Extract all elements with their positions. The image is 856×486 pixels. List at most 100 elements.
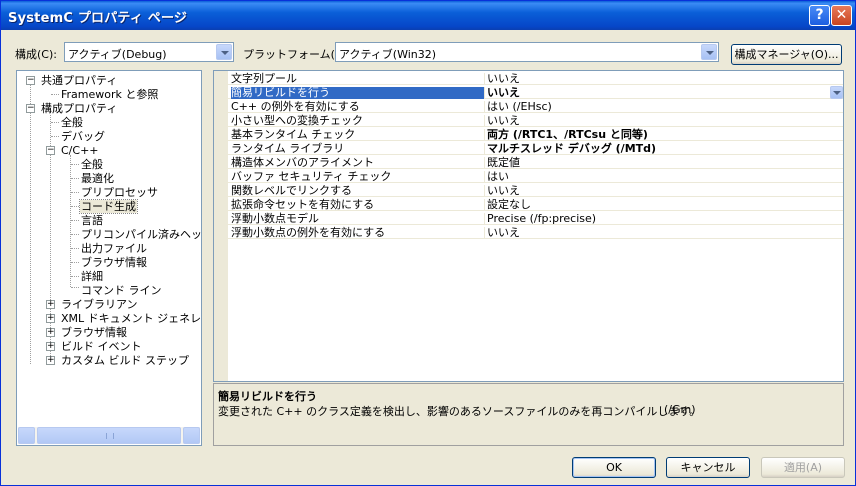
expand-icon[interactable]: + — [46, 342, 55, 351]
help-button[interactable]: ? — [809, 5, 830, 26]
property-value: マルチスレッド デバッグ (/MTd) — [487, 142, 657, 155]
tree-line — [71, 220, 79, 221]
property-name: 拡張命令セットを有効にする — [231, 199, 485, 211]
tree-line — [70, 155, 71, 287]
configuration-combo[interactable]: アクティブ(Debug) — [64, 42, 234, 62]
config-manager-button[interactable]: 構成マネージャ(O)... — [731, 44, 842, 65]
property-row[interactable]: 関数レベルでリンクする いいえ — [228, 184, 843, 197]
tree-line — [71, 164, 79, 165]
scroll-right-icon[interactable] — [183, 427, 200, 444]
property-name: 文字列プール — [231, 73, 485, 85]
property-value: いいえ — [487, 226, 520, 239]
ok-button[interactable]: OK — [572, 457, 656, 478]
cancel-button[interactable]: キャンセル — [666, 457, 750, 478]
tree-node-framework[interactable]: Framework と参照 — [61, 88, 158, 101]
property-row[interactable]: 浮動小数点モデル Precise (/fp:precise) — [228, 213, 843, 225]
property-row[interactable]: 基本ランタイム チェック 両方 (/RTC1、/RTCsu と同等) — [228, 128, 843, 141]
tree-node-custom-build[interactable]: カスタム ビルド ステップ — [61, 354, 189, 367]
tree-node-cpp-child[interactable]: 詳細 — [81, 270, 103, 283]
scroll-thumb[interactable] — [37, 427, 181, 444]
property-row-selected[interactable]: 簡易リビルドを行う いいえ — [228, 86, 843, 99]
tree-node-librarian[interactable]: ライブラリアン — [61, 298, 138, 311]
platform-value: アクティブ(Win32) — [339, 48, 437, 61]
tree-node-cpp-child[interactable]: コマンド ライン — [81, 284, 162, 297]
grip-icon — [106, 433, 114, 439]
property-grid[interactable]: 文字列プール いいえ 簡易リビルドを行う いいえ C++ の例外を有効にする は… — [213, 70, 844, 382]
property-name: 構造体メンバのアライメント — [231, 157, 485, 169]
property-row[interactable]: 浮動小数点の例外を有効にする いいえ — [228, 226, 843, 239]
tree-node-cpp-child[interactable]: 出力ファイル — [81, 242, 147, 255]
description-switch: (/Gm) — [664, 403, 696, 416]
tree-line — [30, 81, 31, 364]
configuration-value: アクティブ(Debug) — [68, 48, 167, 61]
property-row[interactable]: 小さい型への変換チェック いいえ — [228, 114, 843, 127]
expand-icon[interactable]: + — [46, 328, 55, 337]
tree-node-xml-doc[interactable]: XML ドキュメント ジェネレータ — [61, 312, 201, 325]
tree-node-cpp-child[interactable]: 全般 — [81, 158, 103, 171]
expand-icon[interactable]: + — [46, 356, 55, 365]
description-text: 変更された C++ のクラス定義を検出し、影響のあるソースファイルのみを再コンパ… — [218, 405, 701, 418]
property-value: 両方 (/RTC1、/RTCsu と同等) — [487, 128, 648, 141]
property-name: ランタイム ライブラリ — [231, 143, 485, 155]
tree-node-cpp[interactable]: C/C++ — [61, 144, 99, 157]
expand-icon[interactable]: + — [46, 314, 55, 323]
property-name: C++ の例外を有効にする — [231, 101, 485, 113]
property-row[interactable]: バッファ セキュリティ チェック はい — [228, 171, 843, 183]
property-value: 既定値 — [487, 156, 520, 169]
property-value: いいえ — [487, 114, 520, 127]
chevron-down-icon[interactable] — [216, 44, 232, 60]
property-value: 設定なし — [487, 198, 531, 211]
tree-line — [51, 136, 59, 137]
tree-line — [71, 287, 79, 288]
property-value[interactable]: いいえ — [487, 87, 827, 99]
collapse-icon[interactable]: − — [26, 76, 35, 85]
scroll-left-icon[interactable] — [18, 427, 35, 444]
tree-node-general[interactable]: 全般 — [61, 116, 83, 129]
chevron-down-icon[interactable] — [701, 44, 717, 60]
tree-node-browse-info[interactable]: ブラウザ情報 — [61, 326, 127, 339]
property-name: 簡易リビルドを行う — [231, 87, 485, 99]
close-button[interactable]: ✕ — [831, 5, 852, 26]
property-row[interactable]: ランタイム ライブラリ マルチスレッド デバッグ (/MTd) — [228, 142, 843, 155]
property-name: 浮動小数点モデル — [231, 213, 485, 225]
property-value: いいえ — [487, 184, 520, 197]
property-name: 浮動小数点の例外を有効にする — [231, 227, 485, 239]
property-row[interactable]: 構造体メンバのアライメント 既定値 — [228, 156, 843, 169]
property-name: 小さい型への変換チェック — [231, 115, 485, 127]
property-row[interactable]: 拡張命令セットを有効にする 設定なし — [228, 198, 843, 211]
tree-node-build-events[interactable]: ビルド イベント — [61, 340, 142, 353]
grid-margin — [214, 71, 228, 381]
tree-node-debugging[interactable]: デバッグ — [61, 130, 105, 143]
tree-line — [51, 122, 59, 123]
tree-line — [71, 192, 79, 193]
property-row[interactable]: C++ の例外を有効にする はい (/EHsc) — [228, 100, 843, 113]
tree-node-common[interactable]: 共通プロパティ — [41, 74, 117, 87]
tree-node-code-generation[interactable]: コード生成 — [79, 199, 138, 214]
tree-node-cpp-child[interactable]: プリプロセッサ — [81, 186, 158, 199]
tree-node-cpp-child[interactable]: 言語 — [81, 214, 103, 227]
property-pages-dialog: SystemC プロパティ ページ ? ✕ 構成(C): アクティブ(Debug… — [0, 0, 856, 486]
tree-node-cpp-child[interactable]: プリコンパイル済みヘッダー — [81, 228, 201, 241]
category-tree[interactable]: − 共通プロパティ Framework と参照 − 構成プロパティ 全般 デバッ… — [16, 70, 202, 446]
collapse-icon[interactable]: − — [46, 146, 55, 155]
tree-line — [71, 276, 79, 277]
expand-icon[interactable]: + — [46, 300, 55, 309]
title-bar[interactable]: SystemC プロパティ ページ ? ✕ — [1, 1, 855, 30]
tree-node-config-props[interactable]: 構成プロパティ — [41, 102, 117, 115]
tree-line — [71, 234, 79, 235]
property-row[interactable]: 文字列プール いいえ — [228, 73, 843, 85]
tree-line — [71, 262, 79, 263]
tree-line — [71, 206, 79, 207]
tree-line — [71, 248, 79, 249]
platform-combo[interactable]: アクティブ(Win32) — [335, 42, 719, 62]
collapse-icon[interactable]: − — [26, 104, 35, 113]
property-value: はい (/EHsc) — [487, 100, 552, 113]
tree-node-cpp-child[interactable]: ブラウザ情報 — [81, 256, 147, 269]
description-pane: 簡易リビルドを行う 変更された C++ のクラス定義を検出し、影響のあるソースフ… — [213, 383, 844, 446]
tree-node-cpp-child[interactable]: 最適化 — [81, 172, 114, 185]
apply-button[interactable]: 適用(A) — [761, 457, 845, 478]
chevron-down-icon[interactable] — [830, 86, 843, 99]
window-title: SystemC プロパティ ページ — [8, 11, 188, 26]
tree-line — [71, 178, 79, 179]
tree-horizontal-scrollbar[interactable] — [18, 427, 200, 444]
